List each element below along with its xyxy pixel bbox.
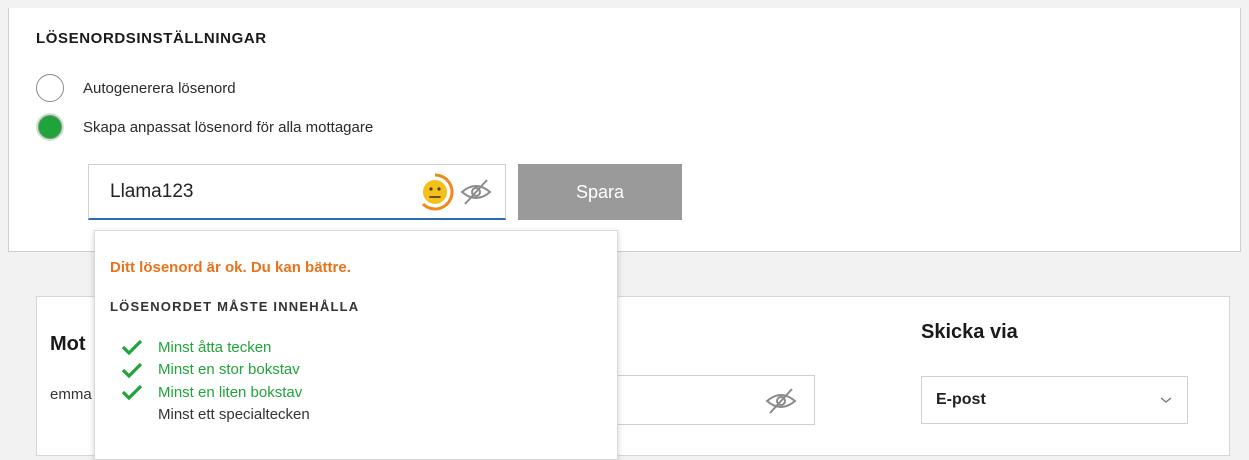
recipient-email: emma xyxy=(50,386,92,403)
send-via-value: E-post xyxy=(936,391,986,408)
password-settings-title: LÖSENORDSINSTÄLLNINGAR xyxy=(36,30,267,47)
checkmark-icon xyxy=(121,362,143,379)
password-input[interactable]: Llama123 xyxy=(88,164,506,220)
chevron-down-icon xyxy=(1160,397,1172,403)
checkmark-icon xyxy=(121,385,143,401)
option-custom-password-label: Skapa anpassat lösenord för alla mottaga… xyxy=(83,118,374,136)
password-strength-popup: Ditt lösenord är ok. Du kan bättre. LÖSE… xyxy=(94,230,618,460)
password-value[interactable]: Llama123 xyxy=(89,181,415,203)
checkmark-icon xyxy=(121,340,143,356)
requirements-list: Minst åtta tecken Minst en stor bokstav … xyxy=(121,336,310,426)
neutral-face-icon xyxy=(421,172,454,210)
requirement-item: Minst åtta tecken xyxy=(121,336,310,359)
requirement-label: Minst en liten bokstav xyxy=(158,383,303,401)
send-via-select[interactable]: E-post xyxy=(921,376,1188,424)
requirements-title: LÖSENORDET MÅSTE INNEHÅLLA xyxy=(110,299,360,314)
option-autogenerate-label: Autogenerera lösenord xyxy=(83,79,236,97)
send-via-header: Skicka via xyxy=(921,321,1018,343)
option-autogenerate[interactable]: Autogenerera lösenord xyxy=(36,72,236,104)
recipient-password-input[interactable] xyxy=(597,375,815,425)
eye-slash-icon[interactable] xyxy=(764,386,798,416)
save-button[interactable]: Spara xyxy=(518,164,682,220)
option-custom-password[interactable]: Skapa anpassat lösenord för alla mottaga… xyxy=(36,111,373,143)
radio-custom-password[interactable] xyxy=(36,113,64,141)
settings-page: LÖSENORDSINSTÄLLNINGAR Autogenerera löse… xyxy=(0,0,1249,460)
requirement-label: Minst åtta tecken xyxy=(158,338,272,356)
eye-slash-icon[interactable] xyxy=(459,177,493,207)
radio-autogenerate[interactable] xyxy=(36,74,64,102)
requirement-label: Minst en stor bokstav xyxy=(158,361,300,379)
requirement-label: Minst ett specialtecken xyxy=(158,406,310,424)
requirement-item: Minst en liten bokstav xyxy=(121,381,310,404)
recipients-header: Mot xyxy=(50,333,86,355)
strength-status: Ditt lösenord är ok. Du kan bättre. xyxy=(110,259,351,276)
requirement-item: Minst en stor bokstav xyxy=(121,359,310,382)
requirement-item: Minst ett specialtecken xyxy=(121,404,310,427)
